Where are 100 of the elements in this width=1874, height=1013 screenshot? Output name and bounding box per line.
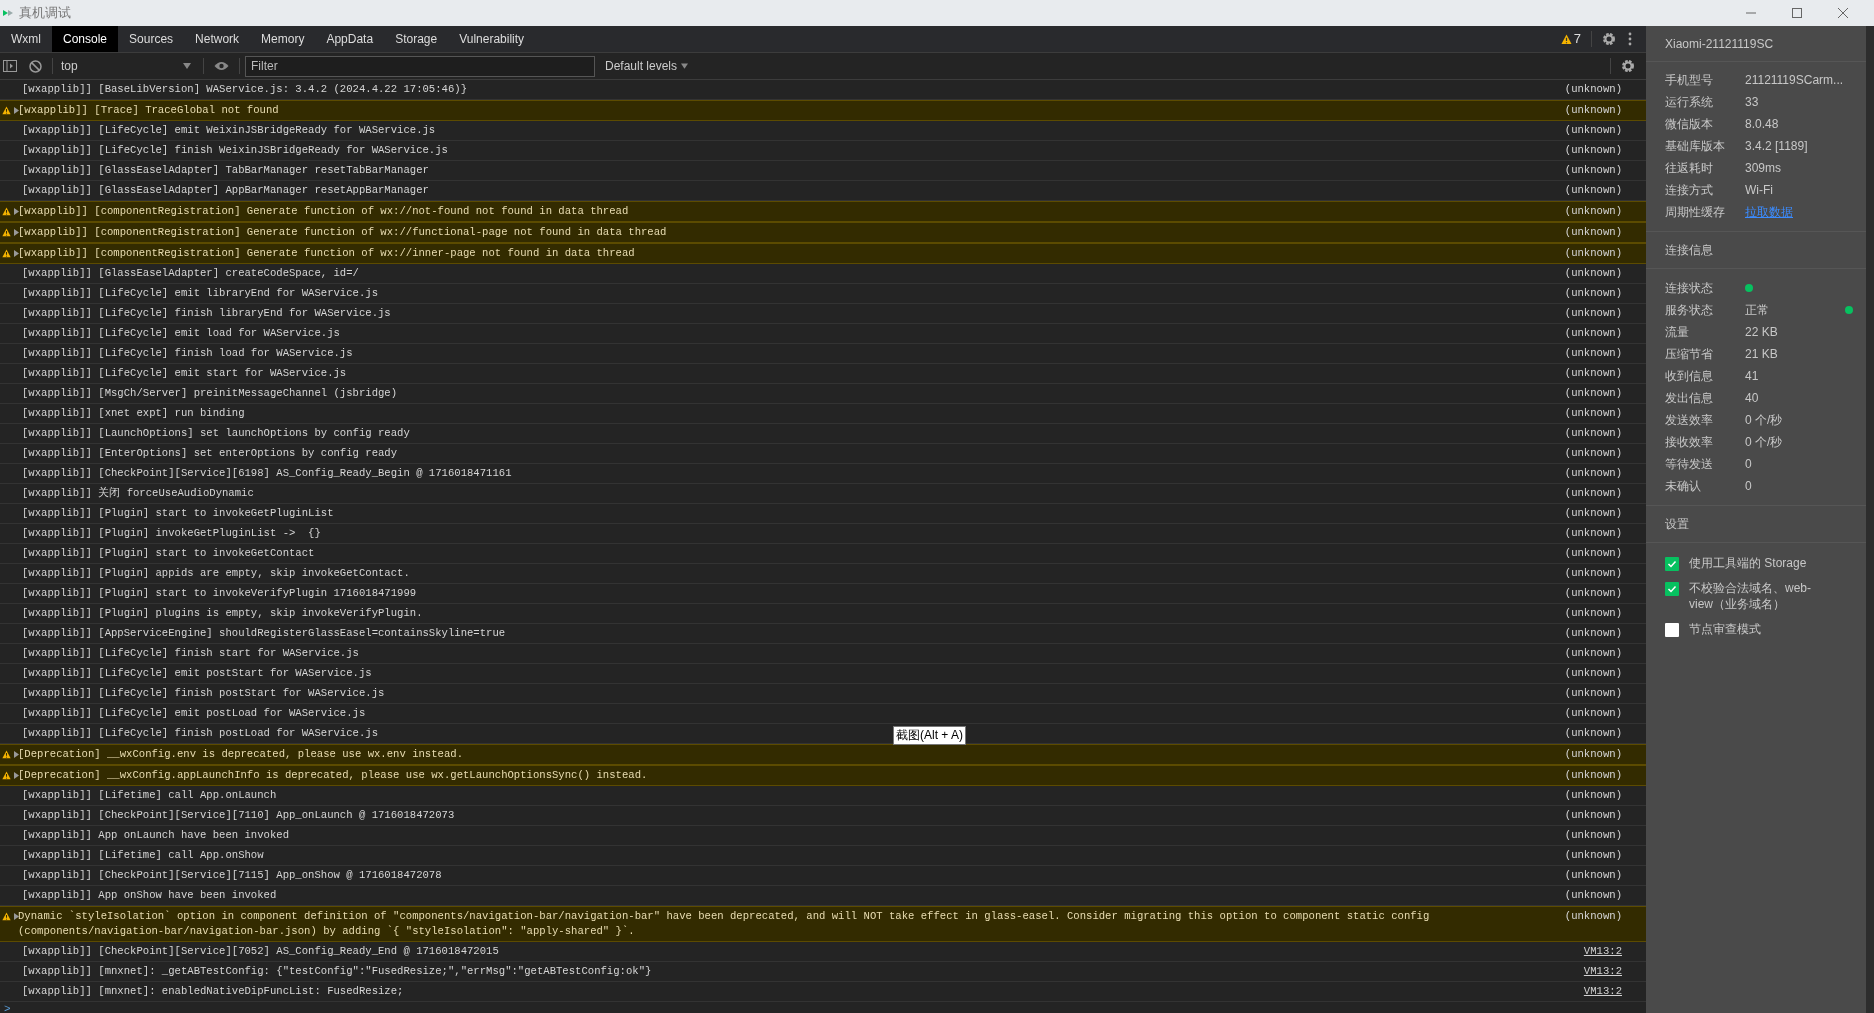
- log-message: [wxapplib]] [GlassEaselAdapter] createCodeSpace, id=/: [22, 266, 359, 281]
- checkbox-label: 不校验合法域名、web-view（业务域名）: [1689, 580, 1812, 612]
- log-source: (unknown): [1563, 366, 1622, 381]
- tab[interactable]: AppData: [315, 26, 385, 52]
- log-message: [wxapplib]] [AppServiceEngine] shouldRegisterGlassEasel=containsSkyline=true: [22, 626, 506, 641]
- info-label: 手机型号: [1665, 72, 1714, 89]
- info-label: 流量: [1665, 324, 1690, 341]
- sidebar-toggle-icon[interactable]: [3, 60, 17, 72]
- expand-arrow-icon[interactable]: [14, 208, 19, 215]
- expand-arrow-icon[interactable]: [14, 913, 19, 920]
- info-label: 运行系统: [1665, 94, 1714, 111]
- log-source: (unknown): [1563, 747, 1622, 762]
- info-value: 0 个/秒: [1745, 434, 1783, 451]
- log-source: (unknown): [1563, 82, 1622, 97]
- expand-arrow-icon[interactable]: [14, 250, 19, 257]
- source-link[interactable]: VM13:2: [1560, 964, 1622, 979]
- log-message: [wxapplib]] [Lifetime] call App.onLaunch: [22, 788, 277, 803]
- log-source: (unknown): [1563, 306, 1622, 321]
- console-prompt[interactable]: >: [0, 1002, 1646, 1013]
- expand-arrow-icon[interactable]: [14, 229, 19, 236]
- log-source: (unknown): [1563, 103, 1622, 118]
- info-label: 发送效率: [1665, 412, 1714, 429]
- log-message: [wxapplib]] [LifeCycle] finish WeixinJSBridgeReady for WAService.js: [22, 143, 448, 158]
- log-message: [wxapplib]] [CheckPoint][Service][7115] App_onShow @ 1716018472078: [22, 868, 442, 883]
- log-source: (unknown): [1563, 204, 1622, 219]
- source-link[interactable]: VM13:2: [1560, 984, 1622, 999]
- warning-count-badge[interactable]: 7: [1560, 29, 1581, 49]
- expand-arrow-icon[interactable]: [14, 751, 19, 758]
- source-link[interactable]: VM13:2: [1560, 944, 1622, 959]
- log-source: (unknown): [1563, 183, 1622, 198]
- tab[interactable]: Storage: [384, 26, 449, 52]
- log-source: (unknown): [1563, 286, 1622, 301]
- log-source: (unknown): [1563, 406, 1622, 421]
- info-value: 0: [1745, 456, 1752, 473]
- info-label: 连接方式: [1665, 182, 1714, 199]
- info-label: 未确认: [1665, 478, 1702, 495]
- log-source: (unknown): [1563, 225, 1622, 240]
- log-message: Dynamic `styleIsolation` option in component definition of "components/navigation-bar/navigation-bar" have been deprecated, and will NOT take effect in glass-easel. Consider migrating this option to component static config (components/navigation-bar/navigation-bar.json) by adding `{ "styleIsolation": "apply-shared" }`.: [18, 909, 1431, 939]
- log-message: [wxapplib]] [LifeCycle] emit postStart for WAService.js: [22, 666, 372, 681]
- info-value: 21121119SCarm...: [1745, 72, 1844, 89]
- info-value: 0: [1745, 478, 1752, 495]
- log-message: [wxapplib]] [LifeCycle] emit load for WAService.js: [22, 326, 340, 341]
- info-label: 服务状态: [1665, 302, 1714, 319]
- eye-icon[interactable]: [214, 61, 229, 71]
- log-message: [wxapplib]] [EnterOptions] set enterOptions by config ready: [22, 446, 398, 461]
- filter-field[interactable]: Filter: [245, 55, 595, 77]
- log-source: (unknown): [1563, 163, 1622, 178]
- info-value: 309ms: [1745, 160, 1782, 177]
- log-source: (unknown): [1563, 726, 1622, 741]
- section-title: 设置: [1665, 516, 1689, 533]
- log-source: (unknown): [1563, 426, 1622, 441]
- checkbox[interactable]: [1665, 582, 1679, 596]
- log-source: (unknown): [1563, 646, 1622, 661]
- log-source: (unknown): [1563, 586, 1622, 601]
- expand-arrow-icon[interactable]: [14, 772, 19, 779]
- log-message: [wxapplib]] [Plugin] plugins is empty, skip invokeVerifyPlugin.: [22, 606, 423, 621]
- clear-console-icon[interactable]: [29, 59, 42, 73]
- checkbox[interactable]: [1665, 623, 1679, 637]
- context-select[interactable]: top: [61, 57, 191, 75]
- checkbox[interactable]: [1665, 557, 1679, 571]
- tab[interactable]: Console: [52, 26, 119, 52]
- log-message: [wxapplib]] 关闭 forceUseAudioDynamic: [22, 486, 254, 501]
- console-settings-icon[interactable]: [1621, 59, 1635, 73]
- log-message: [wxapplib]] [GlassEaselAdapter] AppBarManager resetAppBarManager: [22, 183, 429, 198]
- log-source: (unknown): [1563, 828, 1622, 843]
- tab[interactable]: Network: [184, 26, 251, 52]
- log-message: [wxapplib]] [Plugin] start to invokeGetContact: [22, 546, 315, 561]
- maximize-icon[interactable]: [1791, 7, 1803, 19]
- tab[interactable]: Vulnerability: [448, 26, 536, 52]
- close-icon[interactable]: [1837, 7, 1849, 19]
- info-value: 22 KB: [1745, 324, 1778, 341]
- log-message: [wxapplib]] [componentRegistration] Generate function of wx://inner-page not found in data thread: [18, 246, 635, 261]
- log-message: [wxapplib]] [Plugin] start to invokeGetPluginList: [22, 506, 334, 521]
- tab[interactable]: Memory: [250, 26, 316, 52]
- log-source: (unknown): [1563, 909, 1622, 924]
- tab[interactable]: Sources: [118, 26, 185, 52]
- log-source: (unknown): [1563, 808, 1622, 823]
- log-message: [wxapplib]] [CheckPoint][Service][7110] App_onLaunch @ 1716018472073: [22, 808, 455, 823]
- info-label: 周期性缓存: [1665, 204, 1726, 221]
- tab[interactable]: Wxml: [0, 26, 52, 52]
- log-source: (unknown): [1563, 526, 1622, 541]
- log-message: [wxapplib]] [xnet expt] run binding: [22, 406, 245, 421]
- log-levels-dropdown[interactable]: Default levels: [605, 57, 689, 75]
- log-message: [wxapplib]] App onLaunch have been invoked: [22, 828, 289, 843]
- log-message: [wxapplib]] [LifeCycle] emit libraryEnd for WAService.js: [22, 286, 378, 301]
- info-label: 微信版本: [1665, 116, 1714, 133]
- more-options-icon[interactable]: [1628, 32, 1632, 46]
- settings-icon[interactable]: [1602, 32, 1616, 46]
- log-message: [wxapplib]] [MsgCh/Server] preinitMessageChannel (jsbridge): [22, 386, 398, 401]
- log-source: (unknown): [1563, 466, 1622, 481]
- log-source: (unknown): [1563, 386, 1622, 401]
- log-source: (unknown): [1563, 486, 1622, 501]
- log-source: (unknown): [1563, 768, 1622, 783]
- log-source: (unknown): [1563, 446, 1622, 461]
- check-icon: [1667, 559, 1677, 569]
- expand-arrow-icon[interactable]: [14, 107, 19, 114]
- info-value: 8.0.48: [1745, 116, 1779, 133]
- info-label: 收到信息: [1665, 368, 1714, 385]
- info-label: 往返耗时: [1665, 160, 1714, 177]
- checkbox-label: 使用工具端的 Storage: [1689, 555, 1807, 571]
